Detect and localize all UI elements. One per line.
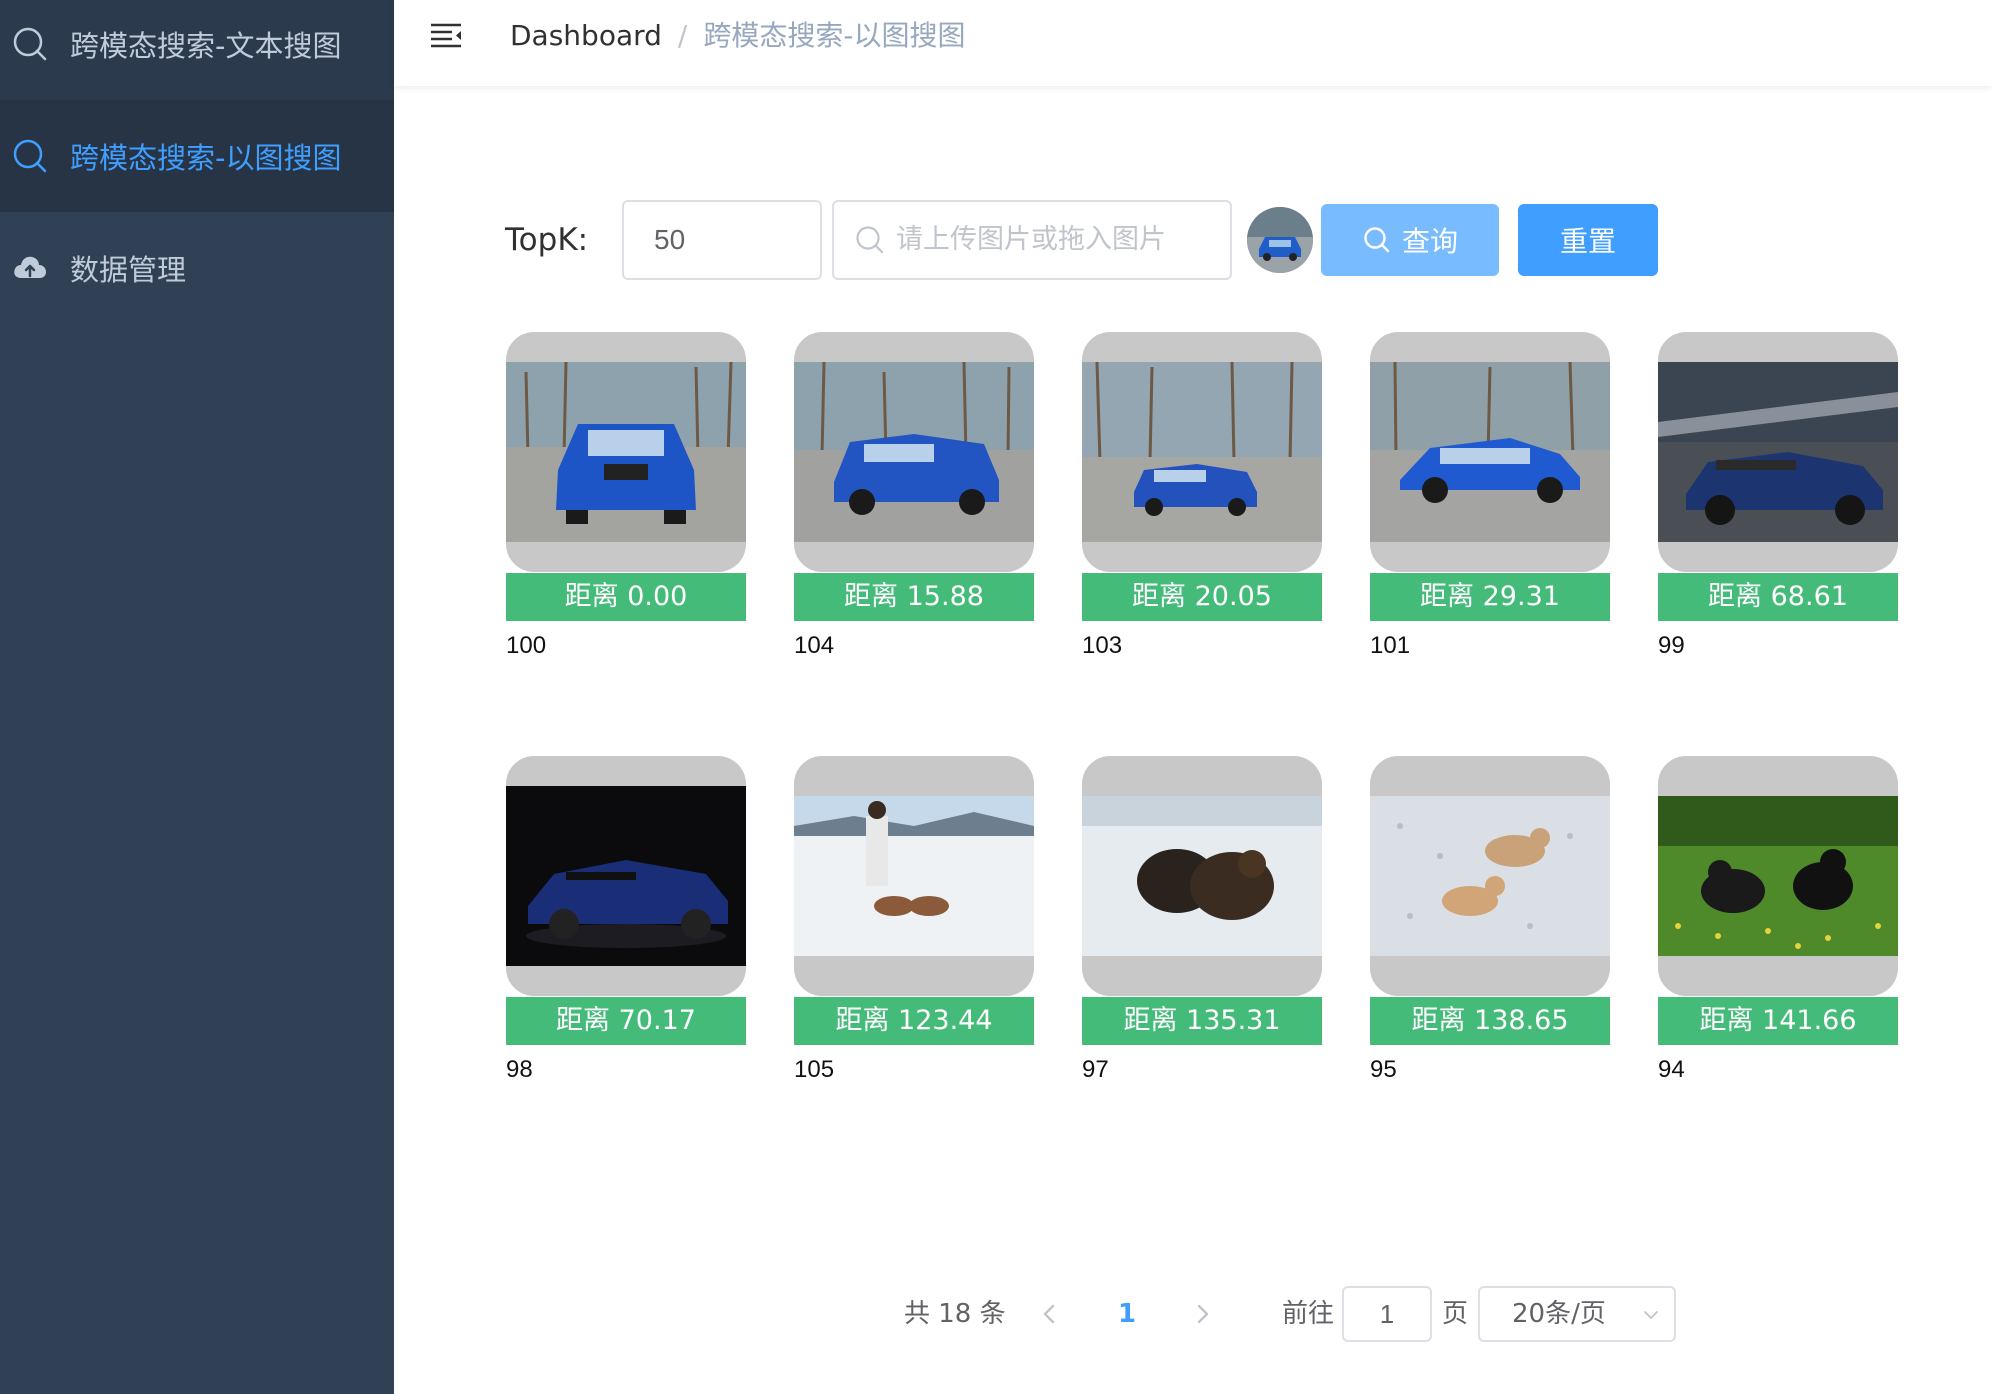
- distance-badge: 距离 70.17: [506, 997, 746, 1045]
- topk-input[interactable]: [622, 200, 822, 280]
- result-image[interactable]: [1082, 332, 1322, 572]
- result-id: 105: [794, 1056, 835, 1083]
- result-id: 104: [794, 632, 835, 659]
- query-button[interactable]: 查询: [1321, 204, 1499, 276]
- breadcrumb: Dashboard / 跨模态搜索-以图搜图: [510, 18, 965, 54]
- sidebar-item-label: 跨模态搜索-文本搜图: [70, 29, 342, 63]
- distance-badge: 距离 20.05: [1082, 573, 1322, 621]
- hamburger-icon[interactable]: [428, 18, 464, 54]
- next-page-icon[interactable]: [1190, 1296, 1216, 1332]
- result-id: 101: [1370, 632, 1411, 659]
- result-id: 99: [1658, 632, 1685, 659]
- result-id: 97: [1082, 1056, 1109, 1083]
- sidebar-item-text-search[interactable]: 跨模态搜索-文本搜图: [0, 0, 394, 100]
- breadcrumb-home-link[interactable]: Dashboard: [510, 19, 662, 52]
- result-image[interactable]: [1658, 756, 1898, 996]
- navbar: Dashboard / 跨模态搜索-以图搜图: [394, 0, 1992, 86]
- search-icon: [856, 226, 884, 254]
- chevron-down-icon: [1644, 1311, 1658, 1319]
- result-image[interactable]: [1658, 332, 1898, 572]
- sidebar: 跨模态搜索-文本搜图 跨模态搜索-以图搜图 数据管理: [0, 0, 394, 1394]
- prev-page-icon[interactable]: [1036, 1296, 1062, 1332]
- distance-badge: 距离 0.00: [506, 573, 746, 621]
- breadcrumb-current: 跨模态搜索-以图搜图: [703, 19, 966, 52]
- reset-button[interactable]: 重置: [1518, 204, 1658, 276]
- pagination-page-number[interactable]: 1: [1118, 1296, 1136, 1332]
- distance-badge: 距离 29.31: [1370, 573, 1610, 621]
- result-image[interactable]: [506, 332, 746, 572]
- goto-label: 前往: [1282, 1299, 1335, 1329]
- upload-image-input[interactable]: 请上传图片或拖入图片: [832, 200, 1232, 280]
- cloud-upload-icon: [14, 256, 46, 278]
- result-image[interactable]: [1370, 332, 1610, 572]
- sidebar-item-image-search[interactable]: 跨模态搜索-以图搜图: [0, 100, 394, 212]
- result-id: 95: [1370, 1056, 1397, 1083]
- sidebar-item-label: 数据管理: [70, 253, 187, 287]
- result-image[interactable]: [794, 332, 1034, 572]
- sidebar-item-label: 跨模态搜索-以图搜图: [70, 141, 342, 175]
- upload-placeholder: 请上传图片或拖入图片: [896, 224, 1166, 255]
- search-icon: [13, 27, 47, 61]
- result-image[interactable]: [1370, 756, 1610, 996]
- distance-badge: 距离 141.66: [1658, 997, 1898, 1045]
- distance-badge: 距离 138.65: [1370, 997, 1610, 1045]
- page-jump-input[interactable]: [1342, 1286, 1432, 1342]
- pagination-total: 共 18 条: [904, 1299, 1006, 1329]
- result-id: 94: [1658, 1056, 1685, 1083]
- distance-badge: 距离 135.31: [1082, 997, 1322, 1045]
- search-icon: [1364, 227, 1390, 253]
- result-id: 100: [506, 632, 547, 659]
- distance-badge: 距离 68.61: [1658, 573, 1898, 621]
- topk-label: TopK:: [505, 222, 589, 258]
- distance-badge: 距离 123.44: [794, 997, 1034, 1045]
- sidebar-item-data-management[interactable]: 数据管理: [0, 212, 394, 324]
- result-image[interactable]: [506, 756, 746, 996]
- page-suffix-label: 页: [1442, 1299, 1469, 1329]
- page-size-value: 20条/页: [1512, 1299, 1606, 1329]
- result-id: 103: [1082, 632, 1123, 659]
- distance-badge: 距离 15.88: [794, 573, 1034, 621]
- result-id: 98: [506, 1056, 533, 1083]
- search-icon: [13, 139, 47, 173]
- page-size-select[interactable]: 20条/页: [1478, 1286, 1676, 1342]
- breadcrumb-separator: /: [677, 19, 688, 52]
- result-image[interactable]: [794, 756, 1034, 996]
- query-image-thumbnail: [1247, 207, 1313, 273]
- result-image[interactable]: [1082, 756, 1322, 996]
- query-button-label: 查询: [1401, 225, 1458, 258]
